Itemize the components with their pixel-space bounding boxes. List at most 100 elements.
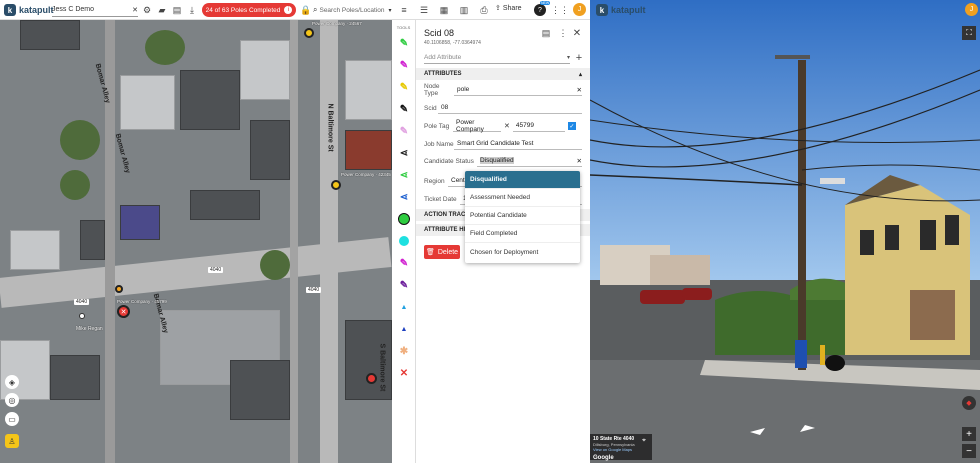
add-icon[interactable]: + — [573, 52, 585, 64]
info-icon[interactable]: i — [284, 6, 293, 14]
pole-marker[interactable] — [115, 285, 123, 293]
gear-icon[interactable]: ⚙ — [141, 4, 153, 16]
selected-pole-marker[interactable]: ✕ — [117, 305, 130, 318]
delete-label: Delete — [437, 248, 459, 256]
arrow-cyan-icon[interactable]: ▲ — [392, 296, 416, 318]
job-name-field[interactable]: Smart Grid Candidate Test — [454, 139, 582, 150]
dropdown-option[interactable]: Assessment Needed — [465, 189, 580, 207]
candidate-status-dropdown: Disqualified Assessment Needed Potential… — [465, 171, 580, 263]
dropdown-option[interactable]: Potential Candidate — [465, 207, 580, 225]
project-selector[interactable]: Jess C Demo ✕ — [52, 3, 138, 17]
user-avatar[interactable]: J — [573, 3, 586, 16]
katapult-logo[interactable]: k katapult — [4, 4, 54, 16]
street-view[interactable]: k katapult J ⛶ 10 State Rte 4040 Dillsbu… — [590, 0, 980, 463]
search-box[interactable]: ⌕ Search Poles/Location ▾ — [313, 3, 397, 17]
building — [250, 120, 290, 180]
list-icon[interactable]: ☰ — [418, 4, 430, 16]
pencil-magenta-icon[interactable]: ✎ — [392, 54, 416, 76]
chat-icon[interactable]: ▤ — [171, 4, 183, 16]
candidate-status-field[interactable]: Disqualified ✕ — [477, 156, 582, 167]
connect-blue-icon[interactable]: ⋖ — [392, 186, 416, 208]
connect-icon[interactable]: ⋖ — [392, 142, 416, 164]
table-icon[interactable]: ▥ — [458, 4, 470, 16]
filter-icon[interactable]: ≡ — [398, 4, 410, 16]
chevron-up-icon[interactable]: ▴ — [579, 71, 582, 78]
close-icon[interactable]: ✕ — [132, 6, 138, 14]
share-button[interactable]: ⇪ Share — [495, 4, 522, 13]
pole-tag-value-field[interactable]: 45799 — [512, 121, 565, 132]
pencil-yellow-icon[interactable]: ✎ — [392, 76, 416, 98]
user-avatar[interactable]: J — [965, 3, 978, 16]
folder-icon[interactable]: ▰ — [156, 4, 168, 16]
attributes-section-header[interactable]: ATTRIBUTES ▴ — [416, 68, 590, 80]
app-name: katapult — [611, 5, 646, 15]
print-icon[interactable]: ⎙ — [478, 4, 490, 16]
scid-row: Scid 08 — [424, 101, 582, 115]
add-attribute-input[interactable]: Add Attribute — [424, 54, 461, 61]
pencil-black-icon[interactable]: ✎ — [392, 98, 416, 120]
pencil-green-icon[interactable]: ✎ — [392, 32, 416, 54]
clear-icon[interactable]: ✕ — [577, 157, 582, 165]
pencil-pink-icon[interactable]: ✎ — [392, 120, 416, 142]
close-panel-icon[interactable]: ✕ — [571, 27, 583, 39]
dropdown-option[interactable]: Disqualified — [465, 171, 580, 189]
node-type-field[interactable]: pole ✕ — [454, 85, 582, 96]
pole-marker[interactable] — [331, 180, 341, 190]
building — [50, 355, 100, 400]
delete-button[interactable]: 🗑 Delete — [424, 245, 460, 259]
dropdown-option[interactable]: Field Completed — [465, 225, 580, 243]
pattern-icon[interactable]: ✱ — [392, 340, 416, 362]
apps-grid-icon[interactable]: ⋮⋮ — [551, 4, 569, 16]
layers-icon[interactable]: ◈ — [5, 375, 19, 389]
chevron-down-icon[interactable]: ▾ — [389, 7, 392, 14]
clear-icon[interactable]: ✕ — [577, 86, 582, 94]
arrow-blue-icon[interactable]: ▲ — [392, 318, 416, 340]
cyan-node-icon[interactable] — [392, 230, 416, 252]
scid-field[interactable]: 08 — [438, 103, 582, 114]
field-label: Region — [424, 177, 445, 185]
search-input[interactable]: Search Poles/Location — [319, 7, 384, 14]
clear-icon[interactable]: ✕ — [504, 122, 510, 130]
help-icon[interactable]: ? — [534, 4, 546, 16]
pole-marker[interactable] — [366, 373, 377, 384]
person-marker[interactable] — [79, 313, 85, 319]
grid-view-icon[interactable]: ▦ — [438, 4, 450, 16]
chevron-down-icon[interactable]: ▾ — [567, 54, 570, 61]
tools-strip: TOOLS ✎ ✎ ✎ ✎ ✎ ⋖ ⋖ ⋖ ✎ ✎ ▲ ▲ ✱ ✕ — [392, 20, 416, 463]
locate-icon[interactable]: ◎ — [5, 393, 19, 407]
zoom-out-icon[interactable]: − — [962, 444, 976, 458]
poles-completed-badge[interactable]: 24 of 63 Poles Completed i — [202, 3, 296, 17]
zoom-in-icon[interactable]: + — [962, 427, 976, 441]
ruler-icon[interactable]: ▭ — [5, 412, 19, 426]
katapult-logo[interactable]: k katapult — [596, 4, 646, 16]
dropdown-option[interactable]: Chosen for Deployment — [465, 243, 580, 261]
green-node-icon[interactable] — [392, 208, 416, 230]
pole-label: Power Company · 42345 — [341, 172, 391, 177]
pencil-purple-icon[interactable]: ✎ — [392, 252, 416, 274]
compass-icon[interactable]: ◆ — [962, 396, 976, 410]
panel-title: Scid 08 — [424, 28, 455, 38]
person-label: Mike Regan — [76, 326, 103, 332]
field-label: Ticket Date — [424, 195, 457, 203]
download-icon[interactable]: ⤓ — [186, 4, 198, 16]
comment-icon[interactable]: ▤ — [540, 27, 552, 39]
view-on-google-maps-link[interactable]: View on Google Maps — [593, 447, 649, 452]
more-vertical-icon[interactable]: ⋮ — [557, 27, 569, 39]
route-label: 4040 — [306, 287, 322, 293]
lock-icon[interactable]: 🔒 — [300, 4, 312, 16]
fullscreen-icon[interactable]: ⛶ — [962, 26, 976, 40]
checkbox-checked-icon[interactable]: ✓ — [567, 122, 576, 130]
app-name: katapult — [19, 5, 54, 15]
pole-tag-company-field[interactable]: Power Company — [453, 119, 501, 133]
delete-x-icon[interactable]: ✕ — [392, 362, 416, 384]
building — [180, 70, 240, 130]
field-label: Job Name — [424, 140, 454, 148]
pole-marker[interactable] — [304, 28, 314, 38]
aerial-map[interactable]: Bomar Alley Bomar Alley N Baltimore St S… — [0, 20, 392, 463]
pegman-icon[interactable]: ♙ — [5, 434, 19, 448]
katapult-logo-icon: k — [4, 4, 16, 16]
field-label: Pole Tag — [424, 122, 450, 130]
add-attribute-field[interactable]: Add Attribute ▾ — [424, 52, 570, 64]
connect-green-icon[interactable]: ⋖ — [392, 164, 416, 186]
pencil-violet-icon[interactable]: ✎ — [392, 274, 416, 296]
